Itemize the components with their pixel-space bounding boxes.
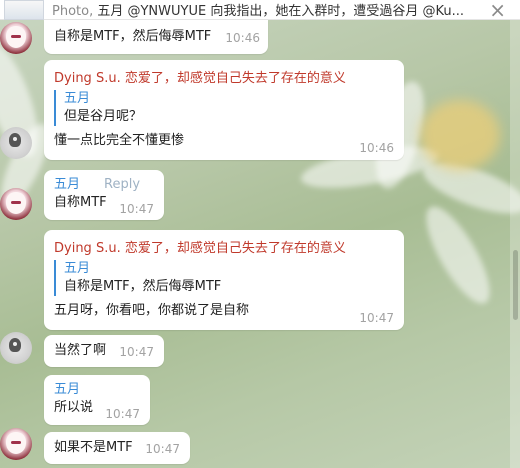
message-bubble[interactable]: Dying S.u. 恋爱了，却感觉自己失去了存在的意义 五月 但是谷月呢？ 懂… bbox=[44, 60, 404, 160]
chat-scrollbar[interactable] bbox=[510, 20, 520, 468]
reply-quote[interactable]: 五月 自称是MTF，然后侮辱MTF bbox=[54, 260, 399, 296]
avatar[interactable] bbox=[0, 332, 32, 364]
pinned-message-text[interactable]: Photo, 五月 @YNWUYUE 向我指出，她在入群时，遭受過谷月 @Ku.… bbox=[52, 0, 472, 19]
sender-name[interactable]: Dying S.u. bbox=[54, 241, 121, 256]
scrollbar-thumb[interactable] bbox=[513, 250, 518, 320]
sender-name[interactable]: 五月 bbox=[54, 381, 93, 399]
message-time: 10:47 bbox=[105, 407, 140, 421]
message-text: 自称是MTF，然后侮辱MTF bbox=[54, 29, 212, 44]
pinned-photo-thumbnail[interactable] bbox=[4, 0, 44, 20]
sender-line[interactable]: Dying S.u. 恋爱了，却感觉自己失去了存在的意义 bbox=[54, 237, 399, 256]
avatar[interactable] bbox=[0, 127, 32, 159]
message-bubble[interactable]: 当然了啊 10:47 bbox=[44, 335, 164, 367]
reply-quote[interactable]: 五月 但是谷月呢？ bbox=[54, 90, 399, 126]
quote-author: 五月 bbox=[64, 261, 91, 276]
message-text: 懂一点比完全不懂更惨 bbox=[54, 133, 185, 148]
sender-name[interactable]: 五月 bbox=[54, 177, 80, 192]
sender-status: 恋爱了，却感觉自己失去了存在的意义 bbox=[124, 71, 346, 86]
message-bubble[interactable]: 五月 Reply 自称MTF 10:47 bbox=[44, 170, 164, 220]
pinned-message-bar[interactable]: Photo, 五月 @YNWUYUE 向我指出，她在入群时，遭受過谷月 @Ku.… bbox=[0, 0, 520, 22]
message-time: 10:46 bbox=[359, 141, 394, 155]
message-time: 10:46 bbox=[225, 31, 260, 45]
pinned-type-label: Photo, bbox=[52, 4, 98, 19]
message-bubble[interactable]: 五月 所以说 10:47 bbox=[44, 375, 150, 425]
reply-button[interactable]: Reply bbox=[104, 177, 140, 192]
message-bubble[interactable]: Dying S.u. 恋爱了，却感觉自己失去了存在的意义 五月 自称是MTF，然… bbox=[44, 230, 404, 330]
quote-author: 五月 bbox=[64, 91, 91, 106]
quote-text: 自称是MTF，然后侮辱MTF bbox=[64, 279, 222, 294]
avatar[interactable] bbox=[0, 22, 32, 54]
close-icon[interactable]: × bbox=[489, 0, 506, 22]
message-time: 10:47 bbox=[359, 311, 394, 325]
message-text: 所以说 bbox=[54, 400, 94, 415]
message-bubble[interactable]: 如果不是MTF 10:47 bbox=[44, 432, 190, 464]
message-time: 10:47 bbox=[119, 202, 154, 216]
message-bubble[interactable]: 自称是MTF，然后侮辱MTF 10:46 bbox=[44, 20, 268, 54]
sender-name[interactable]: Dying S.u. bbox=[54, 71, 121, 86]
message-text: 五月呀，你看吧，你都说了是自称 bbox=[54, 303, 250, 318]
avatar[interactable] bbox=[0, 188, 32, 220]
sender-line: 五月 Reply bbox=[54, 176, 140, 194]
pinned-content: 五月 @YNWUYUE 向我指出，她在入群时，遭受過谷月 @Ku... bbox=[97, 4, 464, 19]
sender-status: 恋爱了，却感觉自己失去了存在的意义 bbox=[124, 241, 346, 256]
message-time: 10:47 bbox=[119, 345, 154, 359]
quote-text: 但是谷月呢？ bbox=[64, 109, 143, 124]
message-text: 如果不是MTF bbox=[54, 440, 133, 455]
sender-line[interactable]: Dying S.u. 恋爱了，却感觉自己失去了存在的意义 bbox=[54, 67, 399, 86]
message-time: 10:47 bbox=[145, 442, 180, 456]
message-text: 当然了啊 bbox=[54, 343, 107, 358]
avatar[interactable] bbox=[0, 428, 32, 460]
